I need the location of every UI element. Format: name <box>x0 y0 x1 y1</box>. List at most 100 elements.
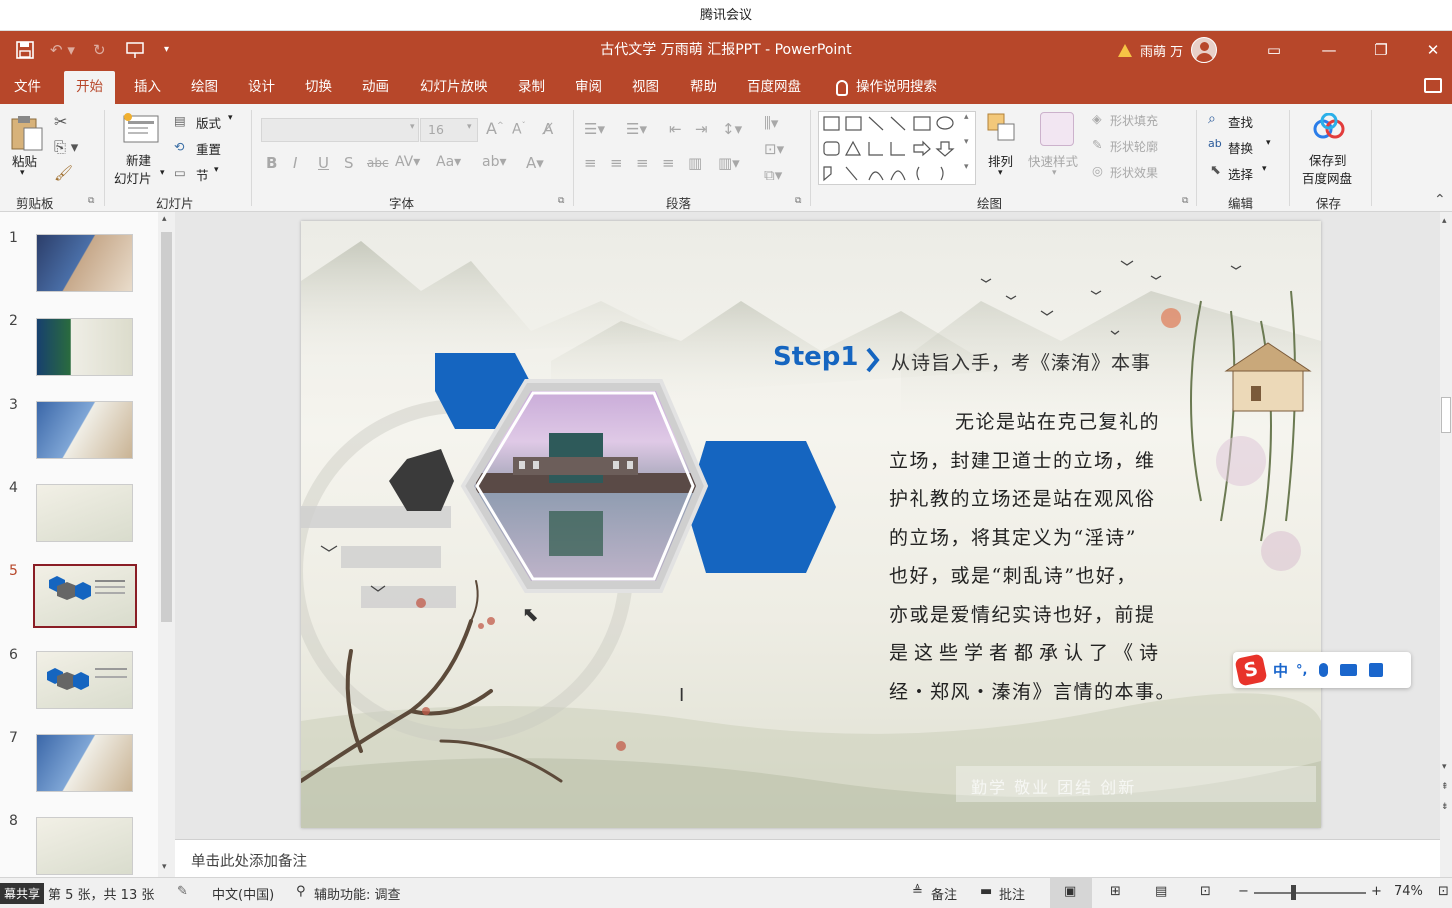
character-spacing-icon[interactable]: AV▾ <box>395 154 420 170</box>
find-icon[interactable]: ⌕ <box>1208 111 1216 127</box>
tab-file[interactable]: 文件 <box>2 71 53 104</box>
decrease-indent-icon[interactable]: ⇤ <box>669 120 682 138</box>
save-to-baidu-label[interactable]: 保存到 <box>1309 150 1347 169</box>
paste-icon[interactable] <box>10 114 44 156</box>
sogou-logo-icon[interactable]: S <box>1234 653 1268 687</box>
avatar[interactable] <box>1191 37 1218 63</box>
comments-status-icon[interactable]: ▬ <box>980 884 992 899</box>
zoom-level[interactable]: 74% <box>1394 884 1423 899</box>
align-left-icon[interactable]: ≡ <box>584 154 597 172</box>
numbering-icon[interactable]: ☰▾ <box>626 120 647 138</box>
layout-icon[interactable]: ▤ <box>174 113 186 128</box>
accessibility-icon[interactable]: ⚲ <box>296 884 306 899</box>
accessibility-status[interactable]: 辅助功能: 调查 <box>314 884 401 903</box>
user-name[interactable]: 雨萌 万 <box>1140 41 1183 60</box>
clear-formatting-icon[interactable]: A̸ <box>543 120 553 138</box>
slide-thumbnail-5[interactable] <box>33 564 137 628</box>
baidu-netdisk-icon[interactable] <box>1313 112 1345 145</box>
text-shadow-icon[interactable]: S <box>344 154 354 172</box>
tab-view[interactable]: 视图 <box>620 71 671 104</box>
format-painter-icon[interactable]: 🖌 <box>54 164 73 182</box>
ime-language-label[interactable]: 中 <box>1273 660 1288 681</box>
copy-icon[interactable]: ⎘ ▾ <box>54 138 78 156</box>
comments-icon[interactable] <box>1424 78 1442 93</box>
shape-effects-button[interactable]: 形状效果 <box>1110 164 1158 181</box>
notes-icon[interactable]: ≜ <box>912 884 923 899</box>
clipboard-launcher-icon[interactable]: ⧉ <box>88 196 94 206</box>
minimize-icon[interactable]: — <box>1306 31 1352 69</box>
scrollbar-thumb[interactable] <box>1441 397 1451 433</box>
replace-button[interactable]: 替换 <box>1228 138 1253 157</box>
shape-outline-icon[interactable]: ✎ <box>1092 137 1102 152</box>
restore-icon[interactable]: ❐ <box>1358 31 1404 69</box>
distributed-icon[interactable]: ▥ <box>688 154 702 172</box>
new-slide-icon[interactable] <box>122 112 160 150</box>
font-color-icon[interactable]: A▾ <box>526 154 544 172</box>
tab-review[interactable]: 审阅 <box>563 71 614 104</box>
language-indicator[interactable]: 中文(中国) <box>212 884 274 903</box>
keyboard-icon[interactable] <box>1340 664 1358 676</box>
tell-me-search[interactable]: 操作说明搜索 <box>836 71 937 104</box>
tab-baidu-netdisk[interactable]: 百度网盘 <box>735 71 813 104</box>
slide-thumbnail-7[interactable] <box>36 734 133 792</box>
highlight-icon[interactable]: ab▾ <box>482 154 507 170</box>
zoom-out-icon[interactable]: − <box>1238 884 1249 899</box>
smartart-icon[interactable]: ⧉▾ <box>764 166 782 184</box>
font-size-dropdown-icon[interactable]: ▾ <box>467 122 472 132</box>
tab-slideshow[interactable]: 幻灯片放映 <box>408 71 500 104</box>
new-slide-label-2[interactable]: 幻灯片 <box>114 168 152 187</box>
punctuation-icon[interactable]: °, <box>1296 663 1307 678</box>
slideshow-icon[interactable]: ⊡ <box>1200 884 1211 899</box>
shape-fill-icon[interactable]: ◈ <box>1092 111 1102 126</box>
shrink-font-icon[interactable]: Aˇ <box>512 121 526 138</box>
slide-thumbnail-6[interactable] <box>36 651 133 709</box>
arrange-icon[interactable] <box>986 112 1018 148</box>
previous-slide-icon[interactable]: ⇞ <box>1441 782 1449 792</box>
ime-toolbar[interactable]: S 中 °, <box>1233 652 1411 688</box>
ribbon-display-options-icon[interactable]: ▭ <box>1251 31 1297 69</box>
slide-thumbnail-8[interactable] <box>36 817 133 875</box>
font-name-dropdown-icon[interactable]: ▾ <box>410 122 415 132</box>
quick-styles-dropdown-icon[interactable]: ▾ <box>1052 168 1057 178</box>
tab-help[interactable]: 帮助 <box>678 71 729 104</box>
comments-button[interactable]: 批注 <box>999 884 1025 903</box>
notes-pane[interactable]: 单击此处添加备注 <box>175 839 1440 877</box>
cut-icon[interactable]: ✂ <box>54 112 67 131</box>
step-label[interactable]: Step1 <box>773 342 859 372</box>
scroll-down-icon[interactable]: ▾ <box>1442 762 1447 772</box>
justify-icon[interactable]: ≡ <box>662 154 675 172</box>
shapes-gallery[interactable] <box>818 111 976 185</box>
collapse-ribbon-icon[interactable]: ⌃ <box>1434 192 1446 208</box>
paragraph-launcher-icon[interactable]: ⧉ <box>795 196 801 206</box>
slide-scrollbar[interactable]: ▴ ▾ ⇞ ⇟ <box>1440 212 1452 877</box>
thumbnail-scrollbar[interactable]: ▴ ▾ <box>158 212 175 877</box>
fit-to-window-icon[interactable]: ⊡ <box>1438 884 1449 899</box>
strikethrough-icon[interactable]: abc <box>367 156 389 170</box>
align-text-icon[interactable]: ⊡▾ <box>764 140 784 158</box>
notes-placeholder[interactable]: 单击此处添加备注 <box>191 850 307 871</box>
font-launcher-icon[interactable]: ⧉ <box>558 196 564 206</box>
next-slide-icon[interactable]: ⇟ <box>1441 802 1449 812</box>
shapes-more-icon[interactable]: ▾ <box>964 162 969 172</box>
scroll-down-icon[interactable]: ▾ <box>162 862 167 872</box>
select-dropdown-icon[interactable]: ▾ <box>1262 164 1267 174</box>
reset-button[interactable]: 重置 <box>196 139 221 158</box>
tab-home[interactable]: 开始 <box>64 71 115 104</box>
grow-font-icon[interactable]: A^ <box>486 119 504 138</box>
paste-dropdown-icon[interactable]: ▾ <box>20 168 25 178</box>
scrollbar-thumb[interactable] <box>161 232 172 622</box>
reading-view-icon[interactable]: ▤ <box>1155 884 1167 899</box>
shape-outline-button[interactable]: 形状轮廓 <box>1110 138 1158 155</box>
slide-sorter-icon[interactable]: ⊞ <box>1110 884 1121 899</box>
italic-icon[interactable]: I <box>293 154 297 172</box>
slide-thumbnail-1[interactable] <box>36 234 133 292</box>
quick-styles-icon[interactable] <box>1040 112 1074 146</box>
new-slide-dropdown-icon[interactable]: ▾ <box>160 168 165 178</box>
tab-design[interactable]: 设计 <box>236 71 287 104</box>
tab-record[interactable]: 录制 <box>506 71 557 104</box>
tab-insert[interactable]: 插入 <box>122 71 173 104</box>
scroll-up-icon[interactable]: ▴ <box>1442 216 1447 226</box>
slide-canvas[interactable]: Step1 从诗旨入手，考《溱洧》本事 无论是站在克己复礼的 立场，封建卫道士的… <box>301 221 1321 828</box>
tab-draw[interactable]: 绘图 <box>179 71 230 104</box>
bullets-icon[interactable]: ☰▾ <box>584 120 605 138</box>
